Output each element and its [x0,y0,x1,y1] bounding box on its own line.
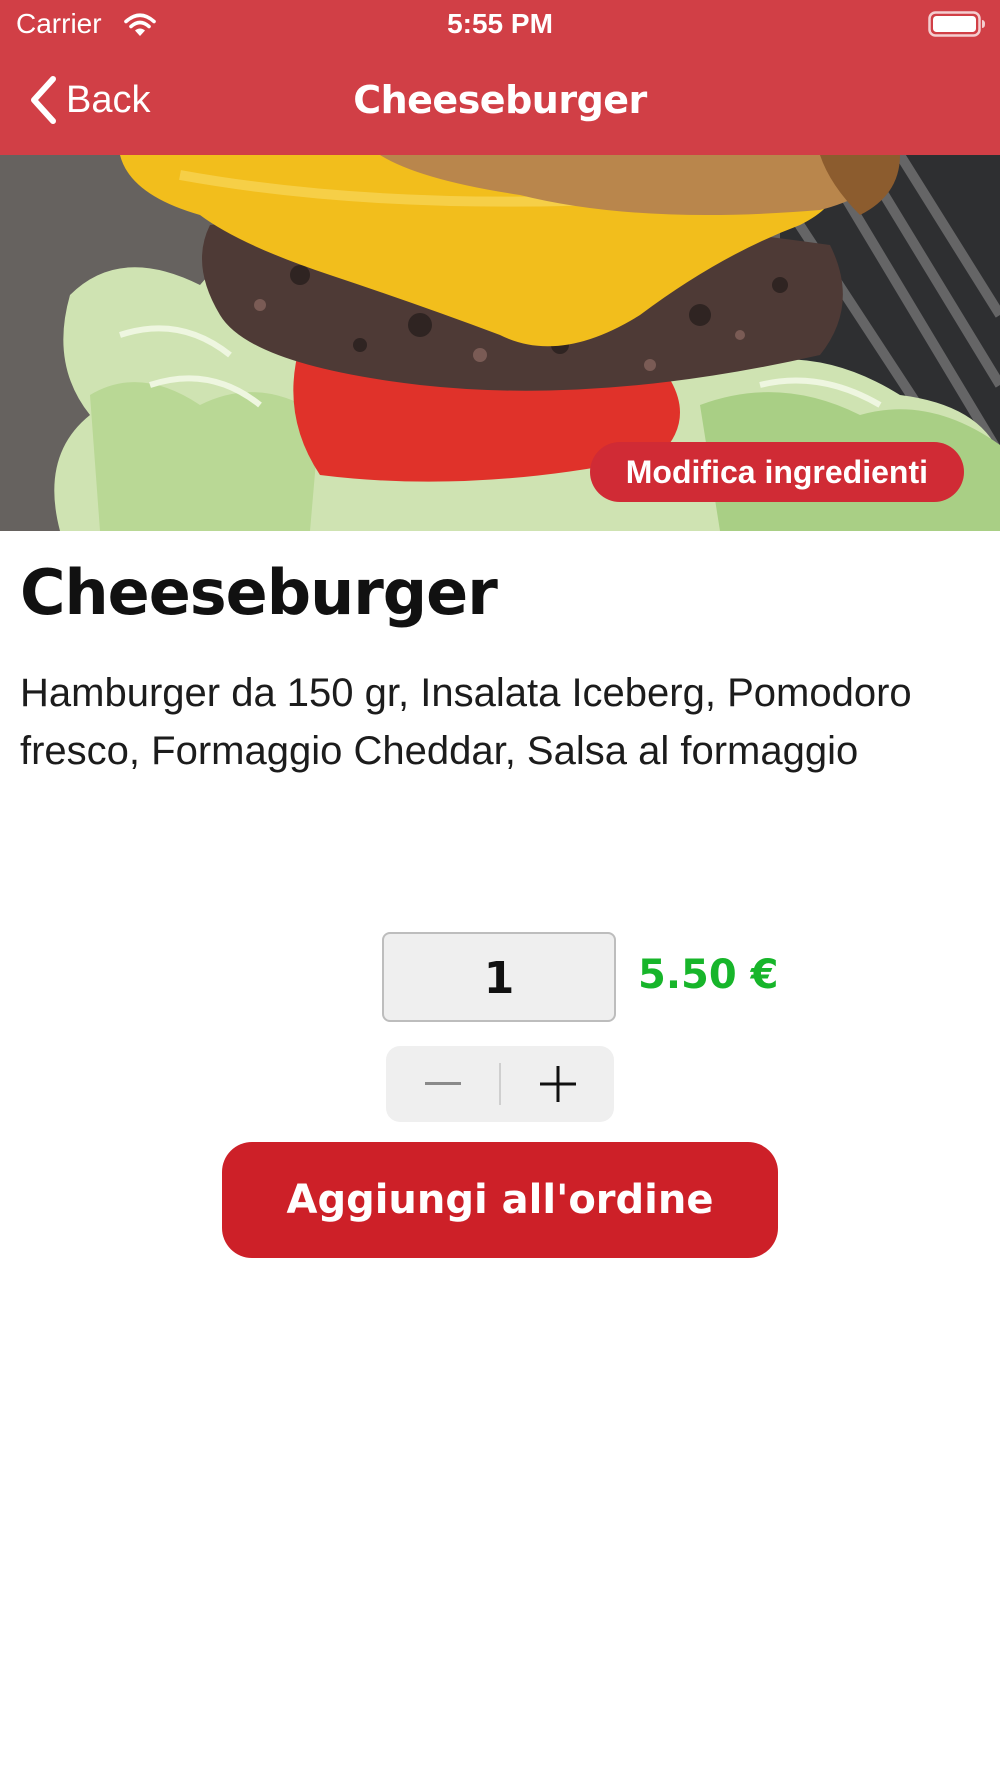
add-to-order-button[interactable]: Aggiungi all'ordine [222,1142,778,1258]
quantity-stepper [386,1046,614,1122]
price-label: 5.50 € [638,952,779,998]
minus-icon [424,1082,461,1085]
product-detail-screen: Carrier 5:55 PM Back Cheeseburger Modifi… [0,0,1000,1778]
product-name: Cheeseburger [20,556,498,629]
status-bar: Carrier 5:55 PM [0,0,1000,50]
battery-icon [928,11,985,37]
increment-button[interactable] [501,1046,614,1122]
product-description: Hamburger da 150 gr, Insalata Iceberg, P… [20,671,912,773]
status-time: 5:55 PM [447,8,553,39]
navigation-bar: Back Cheeseburger [0,50,1000,155]
decrement-button[interactable] [386,1046,499,1122]
nav-title: Cheeseburger [353,78,647,122]
header: Carrier 5:55 PM Back Cheeseburger [0,0,1000,155]
quantity-field[interactable]: 1 [382,932,616,1022]
product-image: Modifica ingredienti [0,155,1000,531]
plus-icon [539,1066,576,1102]
modify-ingredients-button[interactable]: Modifica ingredienti [589,442,964,502]
